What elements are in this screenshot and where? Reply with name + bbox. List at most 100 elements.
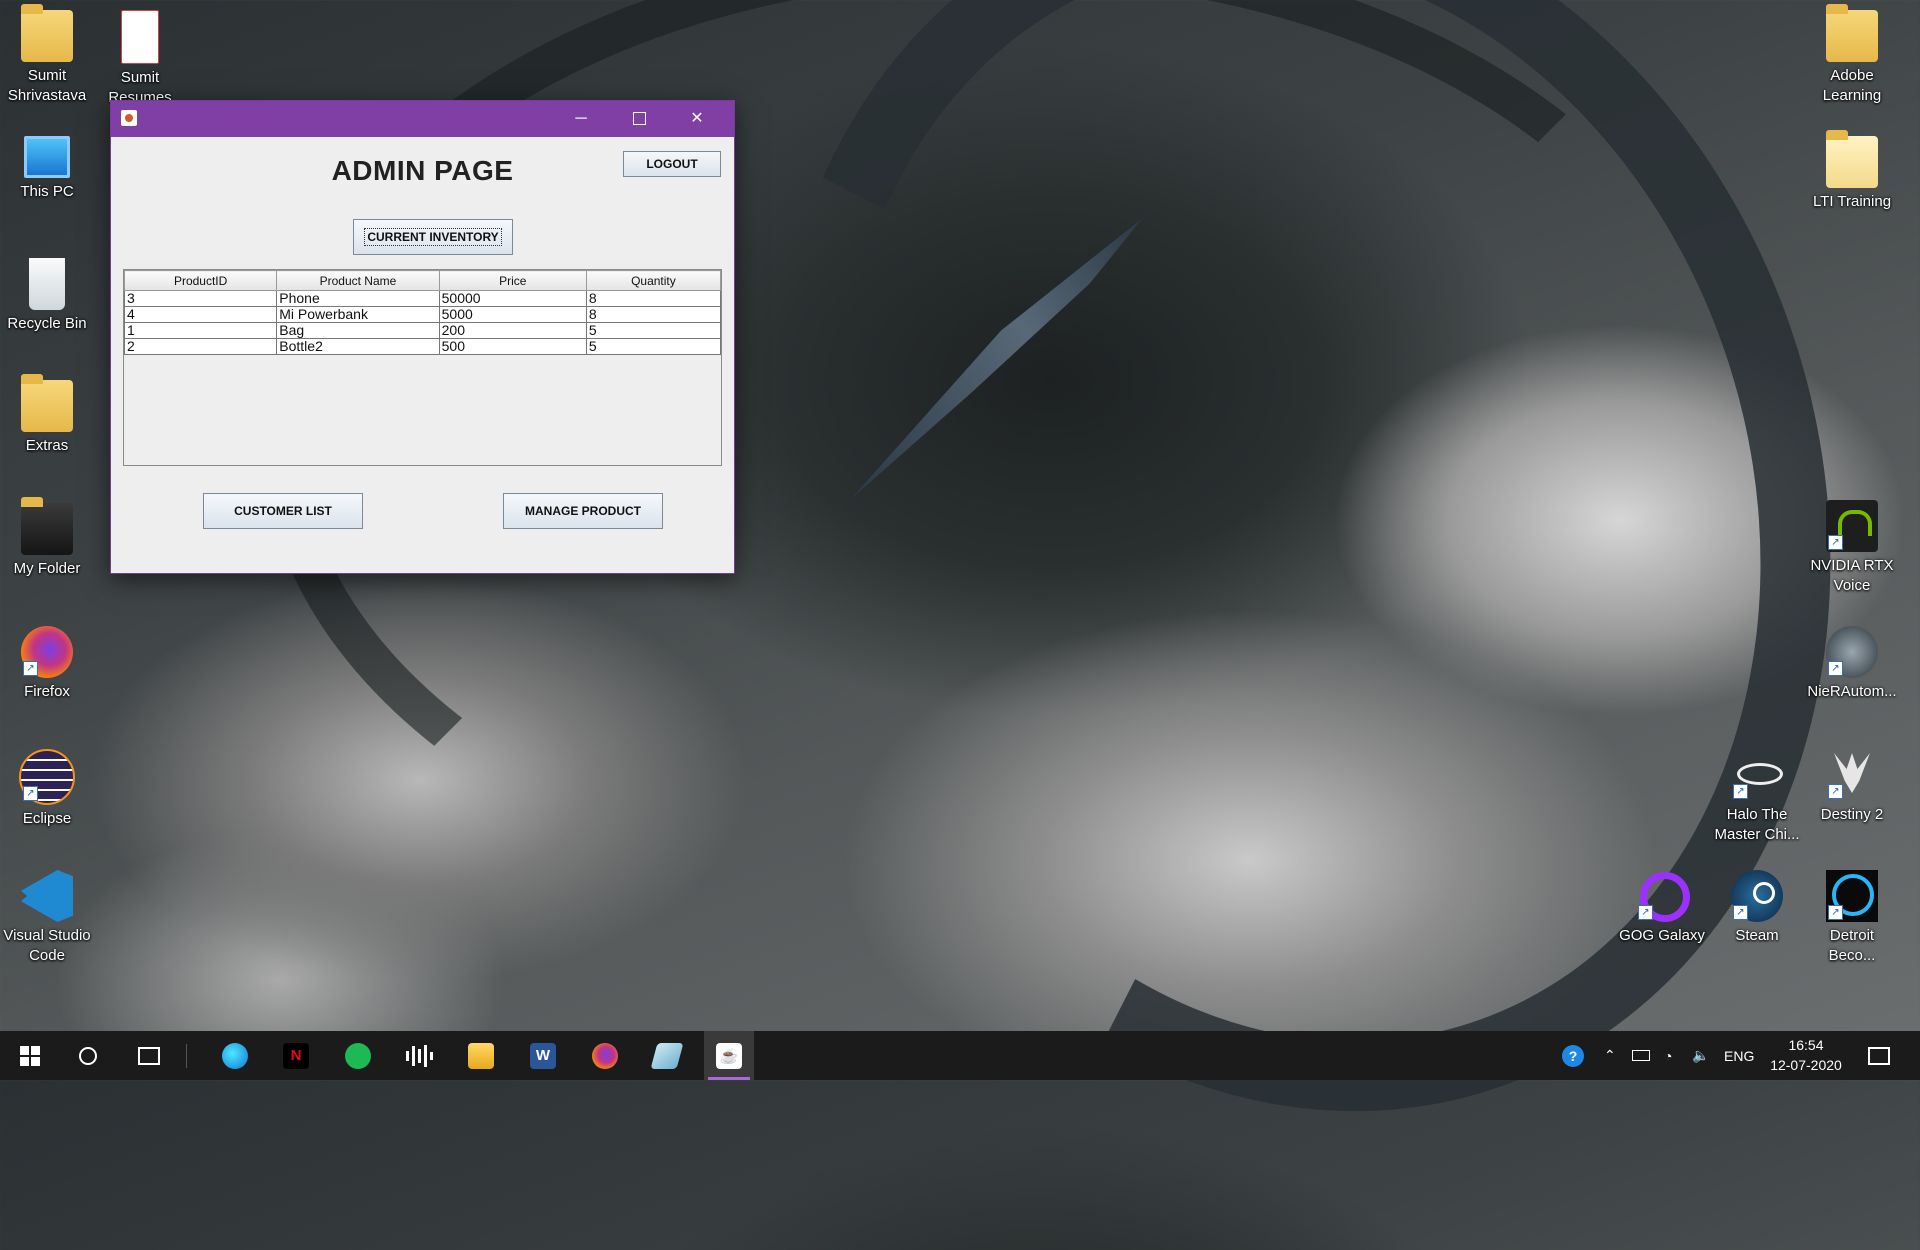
start-button[interactable]	[5, 1031, 55, 1080]
minimize-button[interactable]: ─	[552, 101, 610, 137]
cell-quantity[interactable]: 8	[585, 306, 722, 323]
manage-product-button[interactable]: MANAGE PRODUCT	[503, 493, 663, 529]
taskbar-firefox[interactable]	[580, 1031, 630, 1080]
cell-product-name[interactable]: Mi Powerbank	[276, 306, 440, 323]
logout-button[interactable]: LOGOUT	[623, 151, 721, 177]
volume-tray[interactable]: 🔈	[1692, 1031, 1709, 1080]
cell-product-name[interactable]: Bag	[276, 322, 440, 339]
java-icon: ☕	[716, 1042, 742, 1069]
taskbar: N W ☕ ? ⌃ ◔ 🔈 ENG 16:54 12-07-2020	[0, 1031, 1920, 1080]
desktop-icon-my-folder[interactable]: My Folder	[1, 497, 93, 579]
table-row[interactable]: 1 Bag 200 5	[123, 322, 722, 339]
wifi-icon: ◔	[1664, 1047, 1673, 1064]
cell-price[interactable]: 50000	[438, 290, 587, 307]
desktop-icon-label: Visual Studio Code	[3, 927, 91, 964]
taskbar-file-explorer[interactable]	[456, 1031, 506, 1080]
network-tray[interactable]: ◔	[1664, 1031, 1672, 1080]
cell-quantity[interactable]: 5	[585, 338, 722, 355]
notification-icon	[1868, 1046, 1890, 1065]
column-header-productid[interactable]: ProductID	[123, 270, 278, 291]
desktop-icon-eclipse[interactable]: ↗ Eclipse	[1, 749, 93, 829]
taskbar-java-app[interactable]: ☕	[704, 1031, 754, 1080]
halo-icon: ↗	[1731, 749, 1783, 801]
notification-center-button[interactable]	[1868, 1031, 1890, 1080]
desktop-icon-nier-automata[interactable]: ↗ NieRAutom...	[1806, 626, 1898, 702]
cell-productid[interactable]: 2	[123, 338, 278, 355]
user-folder-icon	[21, 4, 73, 62]
table-row[interactable]: 2 Bottle2 500 5	[123, 338, 722, 355]
column-header-price[interactable]: Price	[438, 270, 587, 291]
cell-product-name[interactable]: Phone	[276, 290, 440, 307]
detroit-icon: ↗	[1826, 870, 1878, 922]
inventory-table[interactable]: ProductID Product Name Price Quantity 3 …	[123, 269, 722, 466]
cell-price[interactable]: 5000	[438, 306, 587, 323]
desktop-icon-label: NVIDIA RTX Voice	[1810, 557, 1894, 594]
taskbar-netflix[interactable]: N	[271, 1031, 321, 1080]
folder-icon	[1826, 4, 1878, 62]
taskbar-edge[interactable]	[210, 1031, 260, 1080]
shortcut-arrow-icon: ↗	[1828, 905, 1843, 920]
task-view-button[interactable]	[124, 1031, 174, 1080]
desktop-icon-lti-training[interactable]: LTI Training	[1806, 130, 1898, 212]
desktop-icon-this-pc[interactable]: This PC	[1, 136, 93, 202]
column-header-product-name[interactable]: Product Name	[276, 270, 440, 291]
taskbar-word[interactable]: W	[518, 1031, 568, 1080]
language-indicator[interactable]: ENG	[1724, 1031, 1754, 1080]
desktop-icon-gog-galaxy[interactable]: ↗ GOG Galaxy	[1616, 870, 1708, 946]
column-header-quantity[interactable]: Quantity	[585, 270, 722, 291]
battery-tray[interactable]	[1632, 1031, 1650, 1080]
desktop-icon-destiny2[interactable]: ↗ Destiny 2	[1806, 749, 1898, 825]
cell-product-name[interactable]: Bottle2	[276, 338, 440, 355]
desktop-icon-label: Adobe Learning	[1822, 67, 1882, 104]
taskbar-spotify[interactable]	[333, 1031, 383, 1080]
desktop-icon-label: Firefox	[24, 683, 70, 700]
window-titlebar[interactable]: ─ ✕	[111, 101, 734, 137]
desktop-icon-recycle-bin[interactable]: Recycle Bin	[1, 258, 93, 334]
folder-icon	[1826, 130, 1878, 188]
desktop-icon-vscode[interactable]: Visual Studio Code	[1, 870, 93, 966]
desktop-icon-halo[interactable]: ↗ Halo The Master Chi...	[1711, 749, 1803, 845]
desktop-icon-label: Sumit Shrivastava	[7, 67, 87, 104]
desktop-icon-firefox[interactable]: ↗ Firefox	[1, 626, 93, 702]
cell-productid[interactable]: 3	[123, 290, 278, 307]
desktop-icon-label: Detroit Beco...	[1828, 927, 1876, 964]
clock[interactable]: 16:54 12-07-2020	[1770, 1035, 1842, 1075]
table-row[interactable]: 4 Mi Powerbank 5000 8	[123, 306, 722, 323]
edge-icon	[222, 1042, 248, 1069]
close-button[interactable]: ✕	[668, 101, 726, 137]
search-button[interactable]	[63, 1031, 113, 1080]
desktop-icon-adobe-learning[interactable]: Adobe Learning	[1806, 4, 1898, 106]
pdf-file-icon	[121, 10, 159, 64]
computer-icon	[24, 136, 70, 178]
firefox-icon	[592, 1042, 618, 1069]
customer-list-button[interactable]: CUSTOMER LIST	[203, 493, 363, 529]
cell-quantity[interactable]: 8	[585, 290, 722, 307]
cell-price[interactable]: 500	[438, 338, 587, 355]
desktop-icon-label: This PC	[20, 183, 74, 200]
destiny-icon: ↗	[1826, 749, 1878, 801]
desktop-icon-sumit-shrivastava[interactable]: Sumit Shrivastava	[1, 4, 93, 106]
eclipse-icon: ↗	[19, 749, 75, 805]
table-row[interactable]: 3 Phone 50000 8	[123, 290, 722, 307]
desktop-icon-extras[interactable]: Extras	[1, 374, 93, 456]
show-hidden-icons[interactable]: ⌃	[1604, 1031, 1616, 1080]
desktop-icon-sumit-resume[interactable]: Sumit Resumes	[94, 10, 186, 108]
desktop-icon-nvidia-rtx-voice[interactable]: ↗ NVIDIA RTX Voice	[1806, 500, 1898, 596]
task-view-icon	[138, 1046, 160, 1065]
cell-quantity[interactable]: 5	[585, 322, 722, 339]
help-tray-icon[interactable]: ?	[1562, 1031, 1584, 1080]
netflix-icon: N	[283, 1042, 309, 1069]
desktop-icon-detroit[interactable]: ↗ Detroit Beco...	[1806, 870, 1898, 966]
desktop-icon-label: Extras	[25, 437, 69, 454]
cell-productid[interactable]: 4	[123, 306, 278, 323]
taskbar-audio-app[interactable]	[394, 1031, 444, 1080]
desktop-icon-label: LTI Training	[1812, 193, 1892, 210]
desktop-icon-steam[interactable]: ↗ Steam	[1711, 870, 1803, 946]
desktop-icon-label: Recycle Bin	[7, 315, 87, 332]
maximize-button[interactable]	[610, 101, 668, 137]
cell-price[interactable]: 200	[438, 322, 587, 339]
current-inventory-button[interactable]: CURRENT INVENTORY	[353, 219, 513, 255]
cell-productid[interactable]: 1	[123, 322, 278, 339]
folder-icon	[468, 1042, 494, 1069]
taskbar-eraser-app[interactable]	[642, 1031, 692, 1080]
